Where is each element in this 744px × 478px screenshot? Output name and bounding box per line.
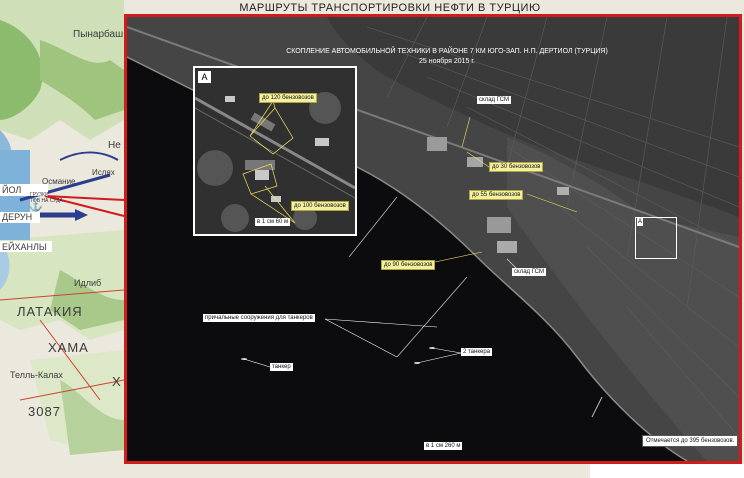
satellite-scale: в 1 см 260 м bbox=[424, 442, 463, 450]
satellite-note: Отмечается до 395 бензовозов. bbox=[642, 435, 739, 447]
map-label-idlib: Идлиб bbox=[74, 278, 102, 288]
satellite-title-line1: СКОПЛЕНИЕ АВТОМОБИЛЬНОЙ ТЕХНИКИ В РАЙОНЕ… bbox=[286, 48, 608, 55]
map-label-osmaniye: Османие bbox=[42, 177, 76, 186]
map-label-islah: Ислях bbox=[92, 168, 115, 177]
inset-scale: в 1 см 60 м bbox=[255, 218, 291, 226]
callout-do-120: до 120 бензовозов bbox=[259, 93, 317, 103]
map-label-eihanly: ЕЙХАНЛЫ bbox=[2, 242, 47, 252]
callout-tanker: танкер bbox=[270, 363, 293, 371]
inset-letter: A bbox=[198, 71, 211, 83]
map-label-tell-kalah: Телль-Калах bbox=[10, 370, 63, 380]
callout-sklad-gsm-2: склад ГСМ bbox=[512, 268, 546, 276]
map-label-pynarbash: Пынарбаш bbox=[73, 29, 124, 40]
anchor-icon: ⚓ bbox=[28, 198, 43, 212]
callout-do-55: до 55 бензовозов bbox=[469, 190, 524, 200]
map-label-tol: ЙОЛ bbox=[2, 185, 22, 195]
inset-a: A до 120 бензовозов до 100 бензовозов в … bbox=[193, 66, 357, 236]
callout-do-30: до 30 бензовозов bbox=[489, 162, 544, 172]
callout-2-tankers: 2 танкера bbox=[461, 348, 493, 356]
map-label-latakia: ЛАТАКИЯ bbox=[17, 304, 83, 319]
map-label-elevation: 3087 bbox=[28, 404, 61, 419]
inset-reference-frame-a: A bbox=[635, 217, 677, 259]
callout-prichal: причальные сооружения для танкеров bbox=[203, 314, 315, 322]
callout-sklad-gsm-1: склад ГСМ bbox=[477, 96, 511, 104]
satellite-image-panel: СКОПЛЕНИЕ АВТОМОБИЛЬНОЙ ТЕХНИКИ В РАЙОНЕ… bbox=[124, 14, 742, 464]
map-label-he: Не bbox=[108, 140, 121, 151]
callout-do-90: до 90 бензовозов bbox=[381, 260, 436, 270]
map-label-x: Х bbox=[112, 374, 122, 389]
frame-a-label: A bbox=[637, 218, 644, 226]
map-title: МАРШРУТЫ ТРАНСПОРТИРОВКИ НЕФТИ В ТУРЦИЮ bbox=[239, 2, 541, 14]
callout-do-100: до 100 бензовозов bbox=[291, 201, 349, 211]
satellite-title: СКОПЛЕНИЕ АВТОМОБИЛЬНОЙ ТЕХНИКИ В РАЙОНЕ… bbox=[267, 47, 627, 67]
map-label-derun: ДЕРУН bbox=[2, 212, 33, 222]
map-label-hama: ХАМА bbox=[48, 340, 89, 355]
